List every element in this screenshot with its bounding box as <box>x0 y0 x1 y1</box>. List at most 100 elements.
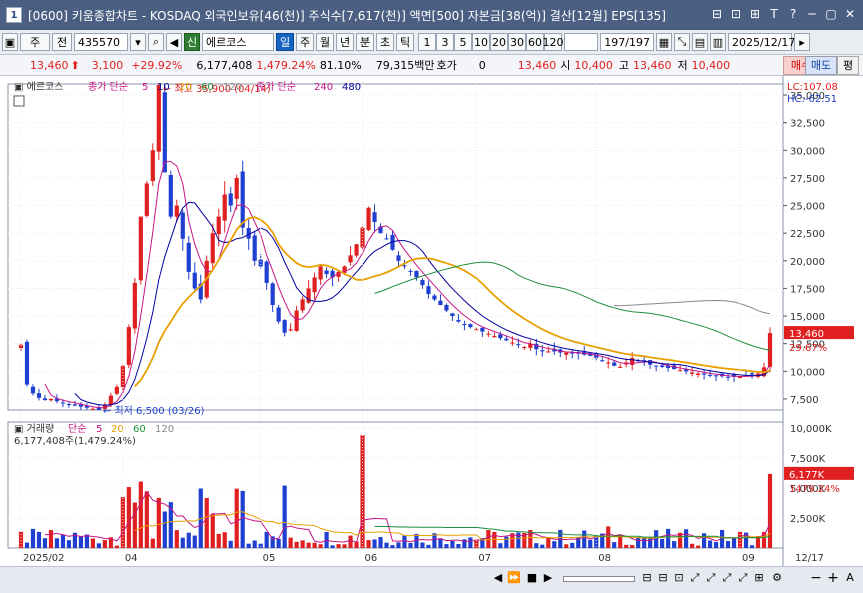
prev-button[interactable]: 전 <box>52 33 72 51</box>
candle-body <box>150 150 155 182</box>
volume-bar <box>156 497 161 548</box>
stock-name-field: 에르코스 <box>202 33 274 51</box>
window-button-7[interactable]: ✕ <box>843 7 857 21</box>
volume-bar <box>612 542 617 548</box>
candle-body <box>42 398 48 401</box>
change-rate: +29.92% <box>131 58 183 72</box>
interval-button-30[interactable]: 30 <box>508 33 526 51</box>
stock-chart-svg[interactable]: 35,00032,50030,00027,50025,00022,50020,0… <box>0 76 863 566</box>
tool-icon-3[interactable]: ⊡ <box>672 571 686 585</box>
window-button-2[interactable]: ⊞ <box>748 7 762 21</box>
settings-icon[interactable]: ⚙ <box>770 571 784 585</box>
interval-input[interactable] <box>564 33 598 51</box>
window-button-5[interactable]: ─ <box>805 7 819 21</box>
price-ma-label: 종가 단순 <box>88 81 128 93</box>
interval-button-60[interactable]: 60 <box>526 33 544 51</box>
volume-bar <box>162 511 167 548</box>
candle-body <box>114 386 119 394</box>
sound-icon[interactable]: ◀ <box>166 33 182 51</box>
search-icon[interactable]: ⌕ <box>148 33 164 51</box>
price-ma-period-60: 60 <box>201 82 214 93</box>
candle-body <box>216 216 221 235</box>
tool-icon-4[interactable]: ⤢ <box>688 571 702 585</box>
interval-group: 1 3 5 10 20 30 60 120 <box>418 33 564 51</box>
scroll-left-icon[interactable]: ◀ <box>491 571 505 585</box>
tool-icon-2[interactable]: ⊟ <box>656 571 670 585</box>
period-second-button[interactable]: 초 <box>376 33 394 51</box>
candle-body <box>264 261 269 283</box>
average-button[interactable]: 평 <box>837 56 859 75</box>
mode-select[interactable]: 주 <box>20 33 50 51</box>
volume-bar <box>24 542 30 548</box>
volume-bar <box>270 536 275 548</box>
zoom-slider[interactable] <box>563 576 635 582</box>
candle-body <box>701 373 707 375</box>
candle-body <box>60 402 66 404</box>
period-tick-button[interactable]: 틱 <box>396 33 414 51</box>
period-year-button[interactable]: 년 <box>336 33 354 51</box>
period-day-button[interactable]: 일 <box>276 33 294 51</box>
volume-bar <box>654 530 659 548</box>
interval-button-10[interactable]: 10 <box>472 33 490 51</box>
auto-scale-button[interactable]: A <box>843 571 857 585</box>
candle-body <box>456 319 461 322</box>
interval-button-20[interactable]: 20 <box>490 33 508 51</box>
hc-label: HC:-62.51 <box>787 94 837 105</box>
chevron-right-icon[interactable]: ▸ <box>794 33 810 51</box>
candle-body <box>749 373 755 375</box>
volume-bar <box>318 544 323 548</box>
volume-bar <box>174 530 179 548</box>
stock-code-input[interactable]: 435570 <box>74 33 128 51</box>
interval-button-120[interactable]: 120 <box>543 33 564 51</box>
cursor-icon[interactable]: ⤡ <box>674 33 690 51</box>
tool-icon-8[interactable]: ⊞ <box>752 571 766 585</box>
date-input[interactable]: 2025/12/17 <box>728 33 795 51</box>
save-icon[interactable]: ▤ <box>692 33 708 51</box>
candle-body <box>126 327 131 365</box>
hoga-label: 호가 <box>436 59 457 72</box>
play-icon[interactable]: ▶ <box>541 571 555 585</box>
tool-icon-5[interactable]: ⤢ <box>704 571 718 585</box>
tool-icon-6[interactable]: ⤢ <box>720 571 734 585</box>
stop-icon[interactable]: ■ <box>525 571 539 585</box>
window-button-4[interactable]: ? <box>786 7 800 21</box>
volume-ma-period-5: 5 <box>96 424 102 435</box>
period-month-button[interactable]: 월 <box>316 33 334 51</box>
volume-bar <box>666 528 671 548</box>
zoom-in-icon[interactable]: + <box>826 571 840 585</box>
chart-area[interactable]: 35,000 32,500 30,000 27,500 25,000 22,500 20,0… <box>0 76 863 566</box>
window-button-3[interactable]: T <box>767 7 781 21</box>
x-tick-label: 09 <box>742 553 755 564</box>
interval-button-1[interactable]: 1 <box>418 33 436 51</box>
layout-icon[interactable]: ▣ <box>2 33 18 51</box>
period-minute-button[interactable]: 분 <box>356 33 374 51</box>
period-week-button[interactable]: 주 <box>296 33 314 51</box>
grid-icon[interactable]: ▦ <box>656 33 672 51</box>
tool-icon[interactable]: ⊟ <box>640 571 654 585</box>
price-ma-period-20: 20 <box>179 82 192 93</box>
calendar-icon[interactable]: ▥ <box>710 33 726 51</box>
interval-button-3[interactable]: 3 <box>436 33 454 51</box>
interval-button-5[interactable]: 5 <box>454 33 472 51</box>
volume-bar <box>300 540 305 548</box>
volume-bar <box>150 538 155 548</box>
low-label: 저 <box>677 59 688 72</box>
chevron-down-icon[interactable]: ▾ <box>130 33 146 51</box>
zoom-out-icon[interactable]: − <box>809 571 823 585</box>
candle-body <box>324 270 329 275</box>
sell-button[interactable]: 매도 <box>805 56 837 75</box>
data-count-field[interactable]: 197/197 <box>600 33 654 51</box>
window-button-6[interactable]: ▢ <box>824 7 838 21</box>
candle-body <box>36 393 42 398</box>
fast-forward-icon[interactable]: ⏩ <box>507 571 521 585</box>
volume-bar <box>420 542 425 548</box>
candle-body <box>504 338 509 341</box>
last-price-tag-label: 13,460 <box>789 329 824 340</box>
volume-value: 6,177,408 <box>196 58 253 72</box>
window-button-1[interactable]: ⊡ <box>729 7 743 21</box>
hoga-price: 13,460 <box>517 58 557 72</box>
candle-body <box>66 404 72 406</box>
tool-icon-7[interactable]: ⤢ <box>736 571 750 585</box>
volume-bar <box>66 540 72 548</box>
window-button-0[interactable]: ⊟ <box>710 7 724 21</box>
